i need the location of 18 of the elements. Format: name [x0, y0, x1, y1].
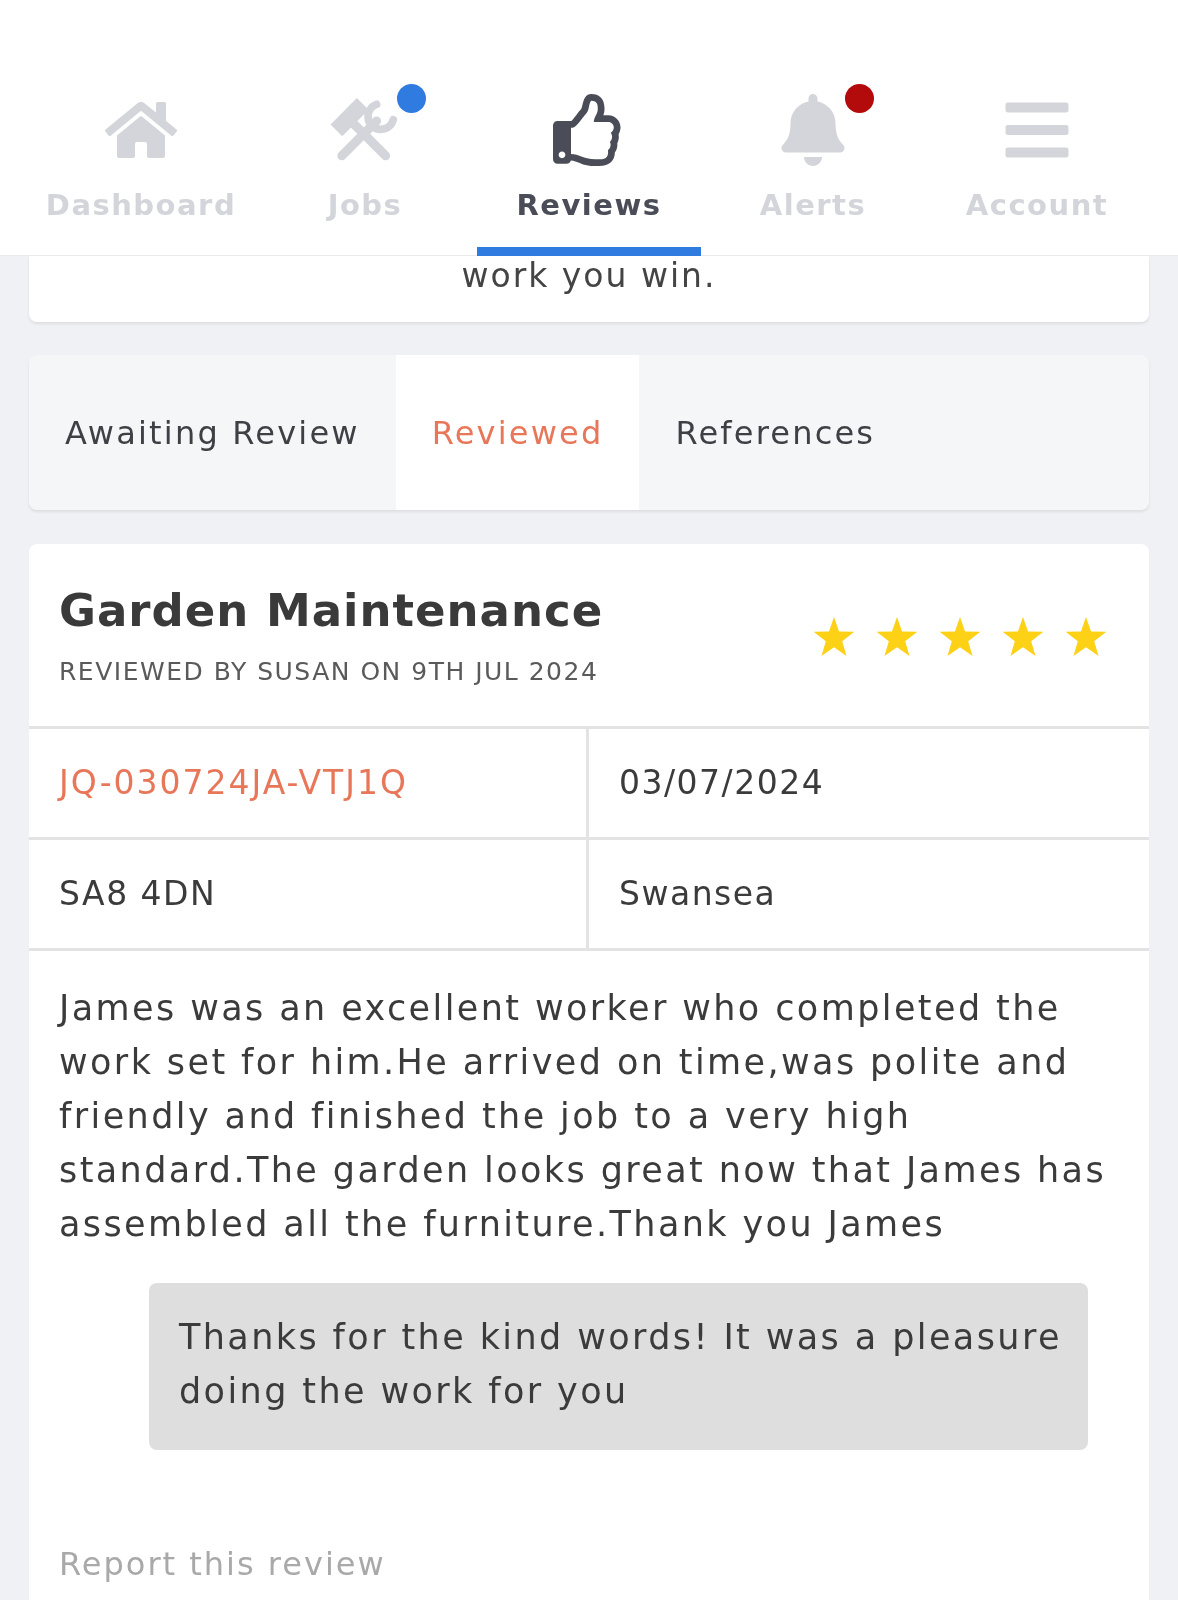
detail-text: 03/07/2024 — [619, 762, 825, 805]
job-reference-link[interactable]: JQ-030724JA-VTJ1Q — [59, 758, 408, 808]
report-review-link[interactable]: Report this review — [59, 1544, 386, 1584]
star-icon — [876, 617, 918, 657]
star-icon — [1002, 617, 1044, 657]
reply-message: Thanks for the kind words! It was a pleasure doing the work for you — [149, 1283, 1088, 1450]
review-meta-text: REVIEWED BY SUSAN ON 9TH JUL 2024 — [59, 657, 600, 687]
tab[interactable]: Awaiting Review — [29, 355, 396, 510]
star-icon — [1065, 617, 1107, 657]
review-comment: James was an excellent worker who completed the work set for him.He arrived on time,was polite and friendly and finished the job to a very high standard.The garden looks great now that James has assembled all the furniture.Thank you James — [56, 987, 1108, 1246]
tab[interactable]: Reviewed — [395, 355, 640, 510]
star-icon — [813, 617, 855, 657]
intro-text: work you win. — [461, 256, 717, 297]
detail-text: Swansea — [619, 873, 777, 916]
star-icon — [939, 617, 981, 657]
review-title: Garden Maintenance — [59, 583, 604, 639]
tab[interactable]: References — [639, 355, 912, 510]
detail-text: SA8 4DN — [59, 873, 217, 916]
